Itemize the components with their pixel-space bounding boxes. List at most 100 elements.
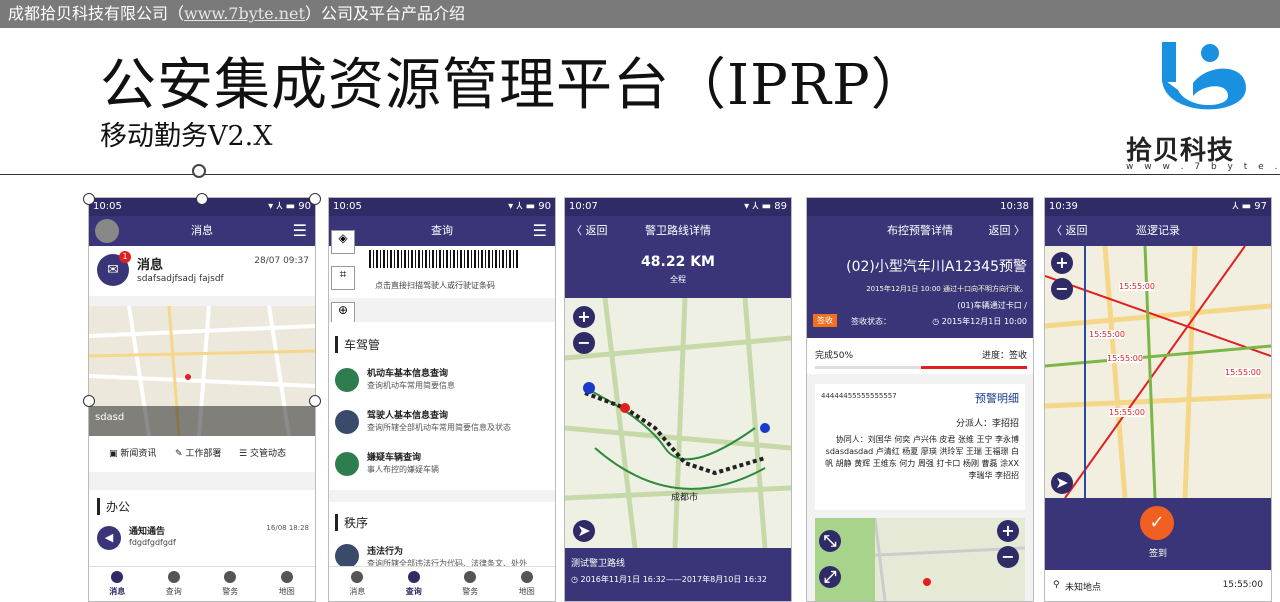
nav-title: 警卫路线详情 [645, 224, 711, 237]
rotate-handle-icon[interactable] [192, 164, 206, 178]
detail-panel: 预警明细 44444455555555557 分派人：李招招 协同人：刘国华 何… [815, 384, 1025, 510]
phone-route: 10:07 ▾ ⅄ ▬ 89 〈 返回 警卫路线详情 48.22 KM 全程 + −… [564, 197, 792, 602]
item-title: 嫌疑车辆查询 [367, 453, 422, 463]
route-time: ◷ 2016年11月1日 16:32——2017年8月10日 16:32 [571, 575, 767, 584]
section-title: 车驾管 [335, 336, 380, 353]
pin-icon: ⚲ [1053, 580, 1060, 590]
checkin-panel: ✓ 签到 [1045, 498, 1271, 570]
assignee: 分派人：李招招 [955, 419, 1019, 429]
tab-police[interactable]: 警务 [442, 567, 499, 601]
tab-map[interactable]: 地图 [259, 567, 316, 601]
quick-link-work[interactable]: ✎ 工作部署 [175, 446, 221, 459]
status-time: 10:39 [1049, 201, 1078, 212]
status-icons: ⅄ ▬ 97 [1232, 201, 1267, 212]
status-time: 10:05 [93, 201, 122, 212]
locate-icon[interactable]: ➤ [573, 520, 595, 542]
checkin-button[interactable]: ✓ [1140, 506, 1174, 540]
company-logo: 拾贝科技 w w w . 7 b y t e . n e t [1120, 38, 1280, 172]
map-graphic [815, 518, 1025, 601]
selection-handle[interactable] [309, 193, 321, 205]
list-item[interactable]: 机动车基本信息查询 查询机动车常用简要信息 [329, 362, 555, 402]
layers-icon[interactable]: ◈ [331, 230, 355, 254]
message-icon [111, 571, 124, 583]
page-title: 公安集成资源管理平台（IPRP） [100, 53, 928, 118]
zoom-in-button[interactable]: + [1051, 252, 1073, 274]
list-item[interactable]: 驾驶人基本信息查询 查询所辖全部机动车常用简要信息及状态 [329, 404, 555, 444]
list-item[interactable]: 嫌疑车辆查询 事人布控的嫌疑车辆 [329, 446, 555, 486]
zoom-out-button[interactable]: − [997, 546, 1019, 568]
car-icon [335, 368, 359, 392]
tab-messages[interactable]: 消息 [329, 567, 386, 601]
list-item[interactable]: 违法行为 查询所辖全部违法行为代码、法律条文、处外 [329, 540, 555, 568]
status-bar: 10:07 ▾ ⅄ ▬ 89 [565, 198, 791, 216]
message-item[interactable]: ✉ 1 消息 28/07 09:37 sdafsadjfsadj fajsdf [89, 246, 315, 296]
person-icon [335, 410, 359, 434]
zoom-out-button[interactable]: − [1051, 278, 1073, 300]
top-bar-text: 成都拾贝科技有限公司（www.7byte.net）公司及平台产品介绍 [8, 0, 465, 28]
selection-handle[interactable] [83, 193, 95, 205]
tab-query[interactable]: 查询 [386, 567, 443, 601]
quick-link-news[interactable]: ▣ 新闻资讯 [109, 446, 156, 459]
route-name: 测试警卫路线 [571, 559, 626, 569]
warning-map[interactable]: + − ⤡ ⤢ [815, 518, 1025, 601]
tab-messages[interactable]: 消息 [89, 567, 146, 601]
notice-item[interactable]: ◀ 通知通告 16/08 18:28 fdgdfgdfgdf [89, 520, 315, 560]
edit-icon [224, 571, 237, 583]
notice-title: 通知通告 [129, 527, 166, 537]
news-icon: ▣ [109, 449, 118, 459]
avatar[interactable] [95, 219, 119, 243]
message-date: 28/07 09:37 [254, 256, 309, 266]
back-button[interactable]: 返回 〉 [989, 216, 1026, 246]
pass-info: (01)车辆通过卡口 / [957, 301, 1027, 310]
banner-map[interactable]: sdasd [89, 306, 315, 436]
route-map[interactable]: + − ➤ 成都市 [565, 298, 791, 548]
warning-text: 2015年12月1日 10:00 通过十口向不明方向行驶。 [866, 285, 1027, 293]
patrol-map[interactable]: 15:55:00 15:55:00 15:55:00 15:55:00 15:5… [1045, 246, 1271, 498]
item-title: 驾驶人基本信息查询 [367, 411, 449, 421]
location-name: 未知地点 [1065, 583, 1102, 593]
crop-icon[interactable]: ⌗ [331, 266, 355, 290]
website-link[interactable]: www.7byte.net [184, 4, 305, 23]
menu-icon[interactable]: ☰ [293, 216, 307, 246]
office-section: 办公 ◀ 通知通告 16/08 18:28 fdgdfgdfgdf [89, 490, 315, 566]
compass-icon [520, 571, 533, 583]
page-subtitle: 移动勤务V2.X [100, 121, 273, 152]
collapse-icon[interactable]: ⤢ [819, 566, 841, 588]
status-bar: 10:38 [807, 198, 1033, 216]
message-icon [351, 571, 364, 583]
tab-query[interactable]: 查询 [146, 567, 203, 601]
section-title: 秩序 [335, 514, 368, 531]
selection-handle[interactable] [309, 395, 321, 407]
selection-handle[interactable] [83, 395, 95, 407]
status-badge: 签收 [813, 314, 837, 327]
locate-icon[interactable]: ➤ [1051, 472, 1073, 494]
scan-area[interactable]: 点击直接扫描驾驶人或行驶证条码 [329, 246, 555, 298]
zoom-out-button[interactable]: − [573, 332, 595, 354]
notice-preview: fdgdfgdfgdf [129, 538, 176, 547]
item-desc: 事人布控的嫌疑车辆 [367, 465, 439, 474]
tab-police[interactable]: 警务 [202, 567, 259, 601]
selection-handle[interactable] [196, 193, 208, 205]
zoom-in-button[interactable]: + [573, 306, 595, 328]
progress-row: 进度：签收 完成50% [807, 338, 1033, 374]
nav-bar: 〈 返回 警卫路线详情 [565, 216, 791, 246]
barcode-icon [369, 250, 519, 268]
quick-link-traffic[interactable]: ☰ 交管动态 [239, 446, 286, 459]
unread-badge: 1 [119, 251, 131, 263]
expand-icon[interactable]: ⤡ [819, 530, 841, 552]
section-title: 办公 [97, 498, 130, 515]
menu-icon[interactable]: ☰ [533, 216, 547, 246]
city-label: 成都市 [671, 493, 699, 503]
tab-map[interactable]: 地图 [499, 567, 556, 601]
message-preview: sdafsadjfsadj fajsdf [137, 274, 224, 284]
location-time: 15:55:00 [1222, 580, 1263, 590]
route-info: 测试警卫路线 ◷ 2016年11月1日 16:32——2017年8月10日 16… [565, 548, 791, 601]
tab-label: 查询 [165, 587, 182, 596]
logo-mark-icon [1162, 42, 1246, 110]
route-map-graphic [565, 298, 791, 548]
company-name: 成都拾贝科技有限公司（ [8, 4, 185, 23]
back-button[interactable]: 〈 返回 [1051, 216, 1088, 246]
back-button[interactable]: 〈 返回 [571, 216, 608, 246]
distance-value: 48.22 KM [641, 254, 715, 270]
zoom-in-button[interactable]: + [997, 520, 1019, 542]
